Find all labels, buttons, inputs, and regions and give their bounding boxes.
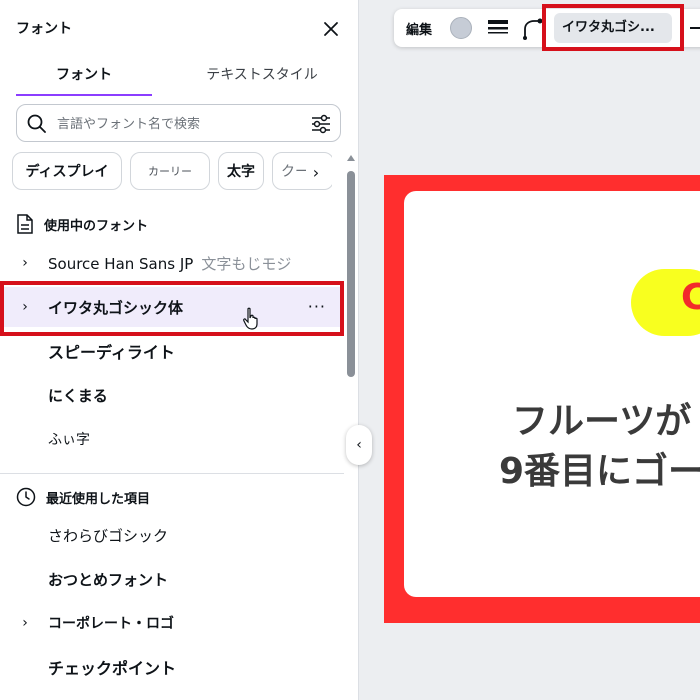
search-icon bbox=[27, 114, 46, 133]
collapse-panel-button[interactable]: ‹ bbox=[346, 425, 372, 465]
hand-cursor-icon bbox=[243, 307, 258, 330]
scroll-up-arrow[interactable] bbox=[347, 155, 355, 161]
section-title: 使用中のフォント bbox=[44, 218, 149, 234]
design-text-line-2[interactable]: 9番目にゴー bbox=[499, 442, 700, 494]
font-name: コーポレート・ロゴ bbox=[48, 616, 174, 632]
font-family-button[interactable]: イワタ丸ゴシ... bbox=[554, 13, 672, 43]
font-name-wrap: Source Han Sans JP 文字もじモジ bbox=[48, 253, 291, 274]
chip-curly[interactable]: カーリー bbox=[130, 152, 210, 190]
font-item[interactable]: さわらびゴシック bbox=[0, 515, 340, 555]
font-name: おつとめフォント bbox=[48, 570, 169, 589]
section-recent: 最近使用した項目 bbox=[16, 487, 150, 507]
corner-radius-icon[interactable] bbox=[522, 18, 544, 44]
close-button[interactable] bbox=[318, 16, 344, 42]
font-name: Source Han Sans JP bbox=[48, 254, 194, 273]
section-title: 最近使用した項目 bbox=[46, 491, 151, 507]
font-name: ふぃ字 bbox=[48, 432, 90, 448]
font-sample: 文字もじモジ bbox=[201, 254, 292, 273]
font-item[interactable]: チェックポイント bbox=[0, 647, 340, 687]
chip-bold[interactable]: 太字 bbox=[218, 152, 264, 190]
font-panel: フォント フォント テキストスタイル ディスプレイ カーリー 太字 クール › … bbox=[0, 0, 359, 700]
scroll-thumb[interactable] bbox=[347, 171, 355, 377]
section-in-use: 使用中のフォント bbox=[16, 214, 148, 234]
border-style-icon[interactable] bbox=[488, 19, 508, 41]
filter-icon[interactable] bbox=[310, 113, 332, 139]
more-options-icon[interactable]: ··· bbox=[308, 297, 326, 316]
clock-icon bbox=[16, 487, 36, 507]
chevron-right-icon[interactable]: › bbox=[306, 160, 326, 184]
edit-button[interactable]: 編集 bbox=[406, 19, 432, 38]
divider bbox=[0, 473, 344, 474]
tab-text-styles[interactable]: テキストスタイル bbox=[180, 56, 344, 94]
chevron-right-icon[interactable]: › bbox=[20, 615, 30, 631]
pill-text: C bbox=[681, 277, 700, 318]
search-box bbox=[16, 104, 341, 142]
tab-bar: フォント テキストスタイル bbox=[16, 56, 342, 96]
font-name: スピーディライト bbox=[48, 343, 175, 362]
panel-title: フォント bbox=[16, 21, 72, 37]
document-icon bbox=[17, 214, 33, 234]
chip-display[interactable]: ディスプレイ bbox=[12, 152, 122, 190]
chevron-right-icon[interactable]: › bbox=[20, 299, 30, 315]
font-item[interactable]: にくまる bbox=[0, 375, 340, 415]
color-swatch[interactable] bbox=[450, 17, 472, 39]
tab-fonts[interactable]: フォント bbox=[16, 56, 152, 96]
chevron-right-icon[interactable]: › bbox=[20, 255, 30, 271]
yellow-pill-shape[interactable]: C bbox=[631, 269, 700, 336]
font-item[interactable]: ふぃ字 bbox=[0, 419, 340, 459]
font-name: にくまる bbox=[48, 386, 108, 405]
font-item-iwata-maru-gothic[interactable]: › イワタ丸ゴシック体 ··· bbox=[0, 287, 340, 330]
font-item[interactable]: スピーディライト bbox=[0, 331, 340, 371]
close-icon bbox=[324, 22, 338, 36]
font-name: さわらびゴシック bbox=[48, 526, 169, 545]
font-name: イワタ丸ゴシック体 bbox=[48, 298, 184, 317]
search-input[interactable] bbox=[55, 113, 309, 135]
font-name: チェックポイント bbox=[48, 659, 177, 678]
context-toolbar: 編集 イワタ丸ゴシ... bbox=[394, 9, 700, 47]
font-item[interactable]: おつとめフォント bbox=[0, 559, 340, 599]
chevron-left-icon: ‹ bbox=[356, 437, 362, 453]
design-text-line-1[interactable]: フルーツが bbox=[512, 392, 691, 444]
minus-icon[interactable] bbox=[690, 27, 700, 29]
category-chips: ディスプレイ カーリー 太字 クール bbox=[12, 152, 332, 192]
font-item-source-han-sans[interactable]: › Source Han Sans JP 文字もじモジ bbox=[0, 243, 340, 283]
font-item[interactable]: › コーポレート・ロゴ bbox=[0, 603, 340, 643]
